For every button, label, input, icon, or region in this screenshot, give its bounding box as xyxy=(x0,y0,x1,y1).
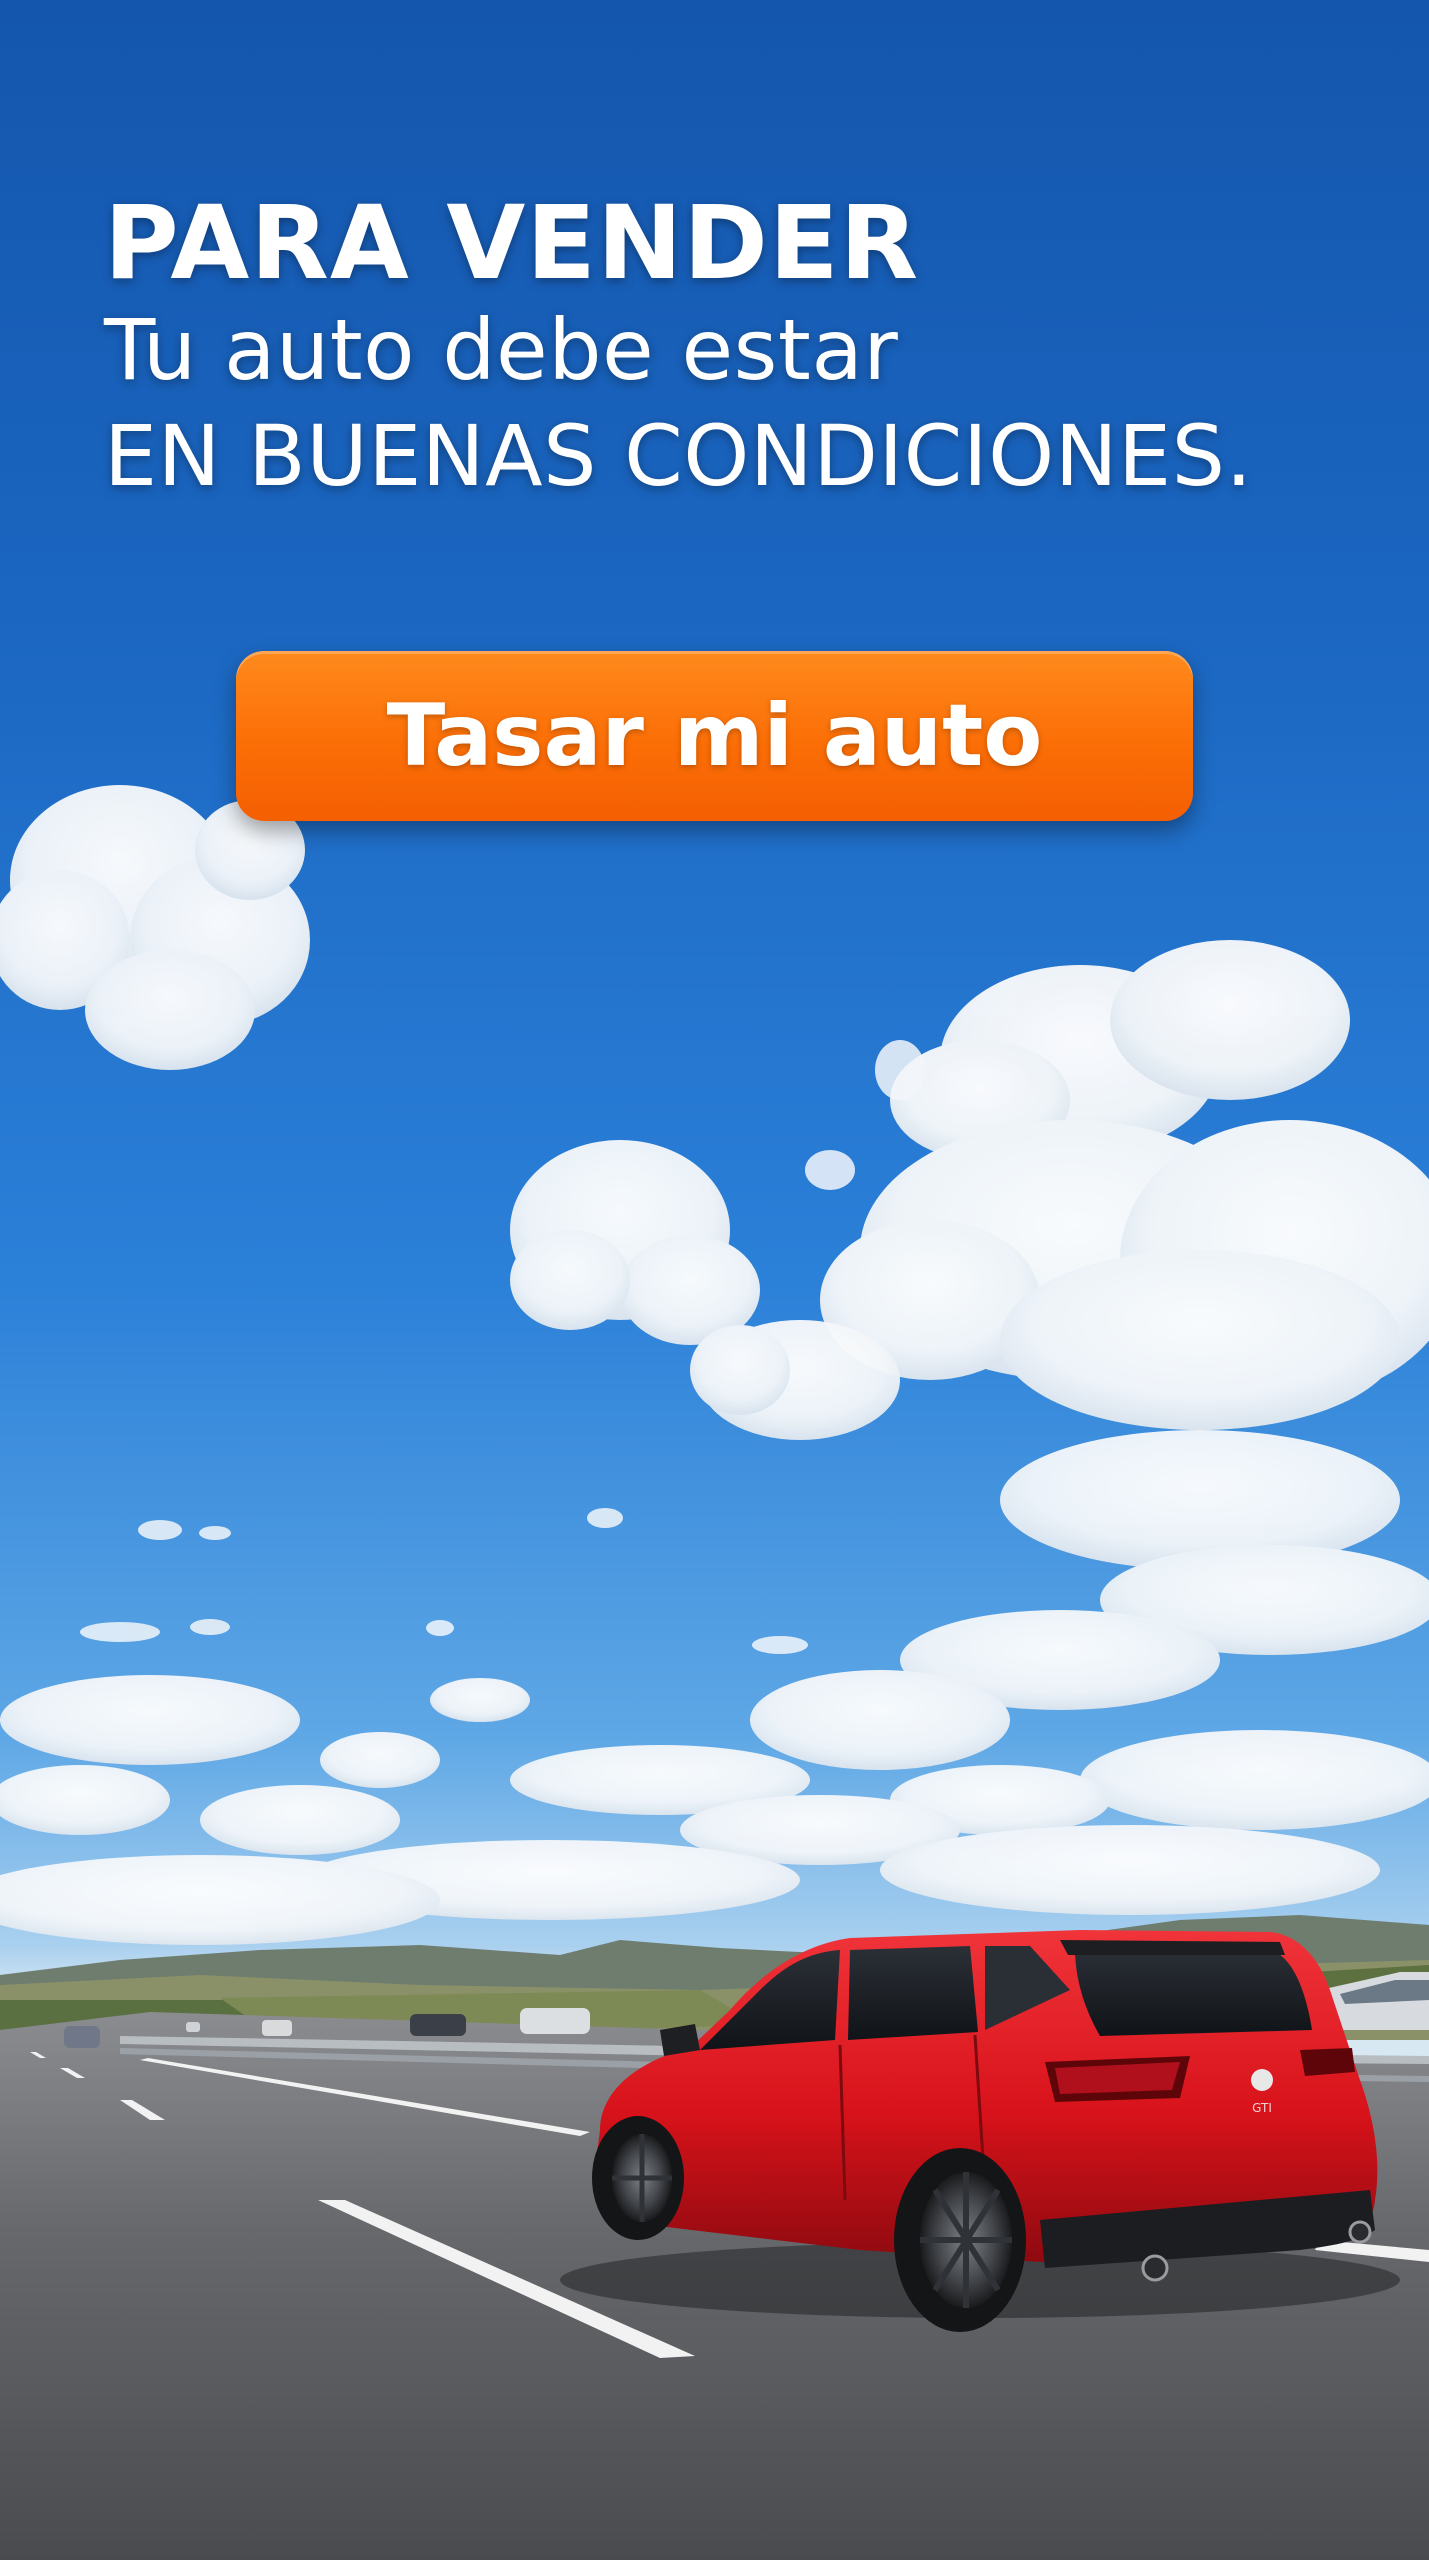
gti-badge: GTI xyxy=(1252,2101,1272,2115)
cloud-right-large xyxy=(820,940,1429,1430)
ad-screen: GTI PARA VENDER Tu auto debe estar EN BU… xyxy=(0,0,1429,2560)
cloud-left xyxy=(0,785,310,1070)
headline: PARA VENDER Tu auto debe estar EN BUENAS… xyxy=(104,184,1364,510)
headline-title: PARA VENDER xyxy=(104,184,920,303)
tasar-mi-auto-button[interactable]: Tasar mi auto xyxy=(236,651,1193,821)
cloud-band xyxy=(0,1430,1429,1945)
headline-subtitle: Tu auto debe estar xyxy=(104,301,899,400)
headline-condition: EN BUENAS CONDICIONES. xyxy=(104,406,1253,505)
